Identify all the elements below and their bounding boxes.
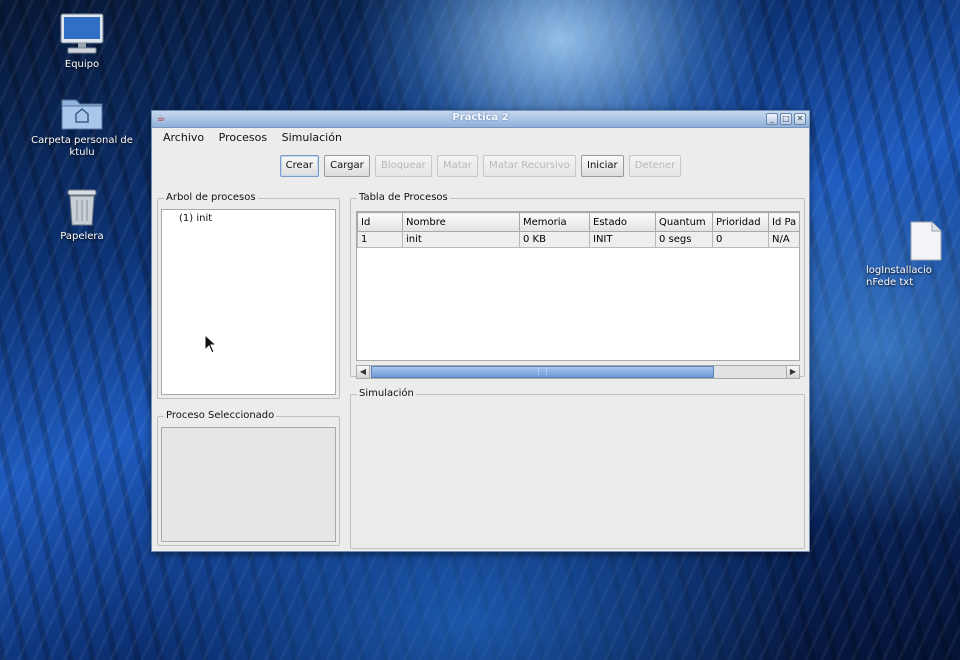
title-bar[interactable]: ☕ Practica 2 _ □ ✕ <box>152 111 809 128</box>
desktop-icon-label: logInstallacionFede txt <box>866 265 932 288</box>
process-table-title: Tabla de Procesos <box>357 192 450 203</box>
desktop-icon-label: Carpeta personal de ktulu <box>31 135 133 158</box>
cargar-button[interactable]: Cargar <box>324 155 370 177</box>
menu-archivo[interactable]: Archivo <box>158 128 210 144</box>
process-tree[interactable]: (1) init <box>161 209 336 395</box>
mouse-pointer-icon <box>204 334 218 354</box>
home-folder-icon <box>61 99 103 130</box>
process-tree-title: Arbol de procesos <box>164 192 258 203</box>
column-header-quantum[interactable]: Quantum <box>655 212 713 232</box>
column-header-id-padre[interactable]: Id Pa <box>768 212 799 232</box>
simulation-panel: Simulación <box>350 388 805 549</box>
process-tree-panel: Arbol de procesos (1) init <box>157 192 340 399</box>
scrollbar-thumb[interactable]: ⋮⋮ <box>371 366 714 378</box>
column-header-id[interactable]: Id <box>357 212 403 232</box>
close-button[interactable]: ✕ <box>794 113 806 125</box>
desktop-icon-home-folder[interactable]: Carpeta personal de ktulu <box>22 94 142 159</box>
minimize-button[interactable]: _ <box>766 113 778 125</box>
crear-button[interactable]: Crear <box>279 155 319 177</box>
cell-quantum: 0 segs <box>655 231 713 248</box>
detener-button[interactable]: Detener <box>628 155 682 177</box>
desktop-icon-trash[interactable]: Papelera <box>22 186 142 243</box>
tree-node-init[interactable]: (1) init <box>179 213 212 224</box>
simulation-title: Simulación <box>357 388 416 399</box>
column-header-prioridad[interactable]: Prioridad <box>712 212 769 232</box>
cell-estado: INIT <box>589 231 656 248</box>
scroll-left-arrow-icon[interactable]: ◀ <box>357 366 370 378</box>
matar-recursivo-button[interactable]: Matar Recursivo <box>483 155 576 177</box>
bloquear-button[interactable]: Bloquear <box>374 155 432 177</box>
menu-simulacion[interactable]: Simulación <box>277 128 348 144</box>
cell-nombre: init <box>402 231 520 248</box>
column-header-estado[interactable]: Estado <box>589 212 656 232</box>
process-table-viewport[interactable]: Id Nombre Memoria Estado Quantum Priorid… <box>356 211 800 361</box>
app-window: ☕ Practica 2 _ □ ✕ Archivo Procesos Simu… <box>151 110 810 552</box>
desktop-icon-equipo[interactable]: Equipo <box>22 12 142 71</box>
iniciar-button[interactable]: Iniciar <box>581 155 624 177</box>
horizontal-scrollbar[interactable]: ◀ ⋮⋮ ▶ <box>356 365 800 379</box>
scroll-right-arrow-icon[interactable]: ▶ <box>786 366 799 378</box>
trash-icon <box>67 189 97 226</box>
computer-icon <box>60 13 104 54</box>
desktop-icon-label: Equipo <box>64 59 100 70</box>
toolbar: Crear Cargar Bloquear Matar Matar Recurs… <box>152 155 809 179</box>
selected-process-title: Proceso Seleccionado <box>164 410 277 421</box>
maximize-button[interactable]: □ <box>780 113 792 125</box>
table-header-row: Id Nombre Memoria Estado Quantum Priorid… <box>357 212 799 232</box>
process-table-panel: Tabla de Procesos Id Nombre Memoria Esta… <box>350 192 805 379</box>
text-file-icon <box>910 221 942 261</box>
selected-process-panel: Proceso Seleccionado <box>157 410 340 546</box>
selected-process-details <box>161 427 336 542</box>
matar-button[interactable]: Matar <box>436 155 478 177</box>
cell-id: 1 <box>357 231 403 248</box>
desktop-icon-label: Papelera <box>60 231 104 242</box>
cell-memoria: 0 KB <box>519 231 590 248</box>
menu-procesos[interactable]: Procesos <box>214 128 273 144</box>
desktop-icon-log-file[interactable]: logInstallacionFede txt <box>866 220 960 289</box>
cell-prioridad: 0 <box>712 231 769 248</box>
process-table: Id Nombre Memoria Estado Quantum Priorid… <box>357 212 799 248</box>
column-header-nombre[interactable]: Nombre <box>402 212 520 232</box>
window-title: Practica 2 <box>452 112 509 123</box>
cell-id-padre: N/A <box>768 231 799 248</box>
table-row[interactable]: 1 init 0 KB INIT 0 segs 0 N/A <box>357 231 799 248</box>
column-header-memoria[interactable]: Memoria <box>519 212 590 232</box>
menu-bar: Archivo Procesos Simulación <box>152 128 809 148</box>
